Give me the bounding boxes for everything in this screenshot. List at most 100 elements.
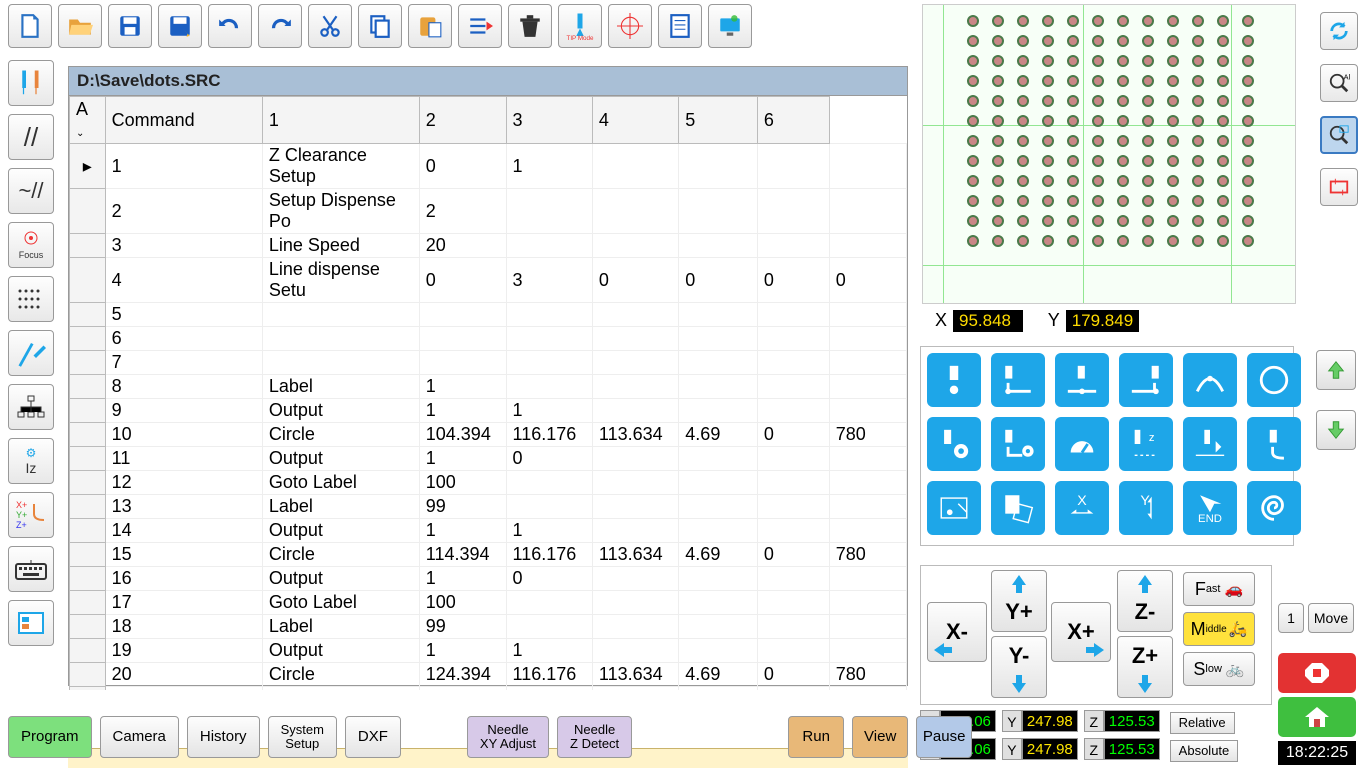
step-size-input[interactable]: 1 bbox=[1278, 603, 1304, 633]
command-table[interactable]: A ⌄Command123456 ▸1Z Clearance Setup012S… bbox=[69, 96, 907, 690]
jog-z-plus-button[interactable]: Z+ bbox=[1117, 636, 1173, 698]
delete-button[interactable] bbox=[508, 4, 552, 48]
table-row[interactable]: 6 bbox=[70, 327, 907, 351]
insert-button[interactable] bbox=[458, 4, 502, 48]
table-row[interactable]: 5 bbox=[70, 303, 907, 327]
table-row[interactable]: 20Circle124.394116.176113.6344.690780 bbox=[70, 663, 907, 687]
point-cmd-button[interactable] bbox=[927, 353, 981, 407]
needle-z-detect-button[interactable]: Needle Z Detect bbox=[557, 716, 632, 758]
refresh-view-button[interactable] bbox=[1320, 12, 1358, 50]
line-tool-button[interactable]: // bbox=[8, 114, 54, 160]
table-row[interactable]: 18Label99 bbox=[70, 615, 907, 639]
z-offset-tool-button[interactable]: ⚙Iz bbox=[8, 438, 54, 484]
focus-tool-button[interactable]: Focus bbox=[8, 222, 54, 268]
z-height-button[interactable]: z bbox=[1119, 417, 1173, 471]
table-row[interactable]: 8Label1 bbox=[70, 375, 907, 399]
table-row[interactable]: 3Line Speed20 bbox=[70, 234, 907, 258]
dxf-button[interactable]: DXF bbox=[345, 716, 401, 758]
run-button[interactable]: Run bbox=[788, 716, 844, 758]
crosshair-button[interactable] bbox=[608, 4, 652, 48]
needle-tool-button[interactable] bbox=[8, 60, 54, 106]
y-offset-button[interactable]: Y bbox=[1119, 481, 1173, 535]
circle-cmd-button[interactable] bbox=[1247, 353, 1301, 407]
stop-button[interactable] bbox=[1278, 653, 1356, 693]
table-row[interactable]: 4Line dispense Setu030000 bbox=[70, 258, 907, 303]
home-button[interactable] bbox=[1278, 697, 1356, 737]
undo-button[interactable] bbox=[208, 4, 252, 48]
pause-button[interactable]: Pause bbox=[916, 716, 972, 758]
history-tab-button[interactable]: History bbox=[187, 716, 260, 758]
table-row[interactable]: 16Output10 bbox=[70, 567, 907, 591]
table-row[interactable]: 15Circle114.394116.176113.6344.690780 bbox=[70, 543, 907, 567]
redo-button[interactable] bbox=[258, 4, 302, 48]
table-row[interactable]: 19Output11 bbox=[70, 639, 907, 663]
table-row[interactable]: 10Circle104.394116.176113.6344.690780 bbox=[70, 423, 907, 447]
cut-button[interactable] bbox=[308, 4, 352, 48]
dispense-setup-button[interactable] bbox=[927, 417, 981, 471]
open-file-button[interactable] bbox=[58, 4, 102, 48]
display-button[interactable] bbox=[708, 4, 752, 48]
hierarchy-tool-button[interactable] bbox=[8, 384, 54, 430]
spiral-button[interactable] bbox=[1247, 481, 1301, 535]
table-row[interactable]: 7 bbox=[70, 351, 907, 375]
arc-cmd-button[interactable] bbox=[1183, 353, 1237, 407]
table-row[interactable]: 21Output10 bbox=[70, 687, 907, 691]
document-button[interactable] bbox=[658, 4, 702, 48]
camera-teach-button[interactable] bbox=[927, 481, 981, 535]
view-button[interactable] bbox=[8, 600, 54, 646]
x-offset-button[interactable]: X bbox=[1055, 481, 1109, 535]
curve-tool-button[interactable]: ~// bbox=[8, 168, 54, 214]
end-program-button[interactable]: END bbox=[1183, 481, 1237, 535]
speed-slow-button[interactable]: Slow🚲 bbox=[1183, 652, 1255, 686]
jog-z-minus-button[interactable]: Z- bbox=[1117, 570, 1173, 632]
jog-y-minus-button[interactable]: Y- bbox=[991, 636, 1047, 698]
paste-button[interactable] bbox=[408, 4, 452, 48]
view-run-button[interactable]: View bbox=[852, 716, 908, 758]
tip-mode-button[interactable]: TIP Mode bbox=[558, 4, 602, 48]
array-tool-button[interactable] bbox=[8, 276, 54, 322]
jog-x-minus-button[interactable]: X- bbox=[927, 602, 987, 662]
preview-pane[interactable] bbox=[922, 4, 1296, 304]
keyboard-button[interactable] bbox=[8, 546, 54, 592]
line-setup-button[interactable] bbox=[991, 417, 1045, 471]
speed-fast-button[interactable]: Fast🚗 bbox=[1183, 572, 1255, 606]
retract-button[interactable] bbox=[1183, 417, 1237, 471]
zoom-window-button[interactable] bbox=[1320, 116, 1358, 154]
program-tab-button[interactable]: Program bbox=[8, 716, 92, 758]
transform-button[interactable] bbox=[991, 481, 1045, 535]
system-setup-button[interactable]: System Setup bbox=[268, 716, 337, 758]
line-end-cmd-button[interactable] bbox=[1119, 353, 1173, 407]
line-start-cmd-button[interactable] bbox=[991, 353, 1045, 407]
palette-down-button[interactable] bbox=[1316, 410, 1356, 450]
table-row[interactable]: 11Output10 bbox=[70, 447, 907, 471]
zoom-all-button[interactable]: All bbox=[1320, 64, 1358, 102]
copy-button[interactable] bbox=[358, 4, 402, 48]
move-button[interactable]: Move bbox=[1308, 603, 1354, 633]
new-file-button[interactable] bbox=[8, 4, 52, 48]
purge-button[interactable] bbox=[1247, 417, 1301, 471]
save-as-button[interactable] bbox=[158, 4, 202, 48]
speed-middle-button[interactable]: Middle🛵 bbox=[1183, 612, 1255, 646]
save-button[interactable] bbox=[108, 4, 152, 48]
table-row[interactable]: 12Goto Label100 bbox=[70, 471, 907, 495]
xyz-probe-button[interactable]: X+Y+Z+ bbox=[8, 492, 54, 538]
needle-xy-adjust-button[interactable]: Needle XY Adjust bbox=[467, 716, 549, 758]
table-row[interactable]: 13Label99 bbox=[70, 495, 907, 519]
table-scroll[interactable]: A ⌄Command123456 ▸1Z Clearance Setup012S… bbox=[69, 96, 907, 690]
table-row[interactable]: 17Goto Label100 bbox=[70, 591, 907, 615]
camera-tab-button[interactable]: Camera bbox=[100, 716, 179, 758]
relative-mode-button[interactable]: Relative bbox=[1170, 712, 1235, 734]
measure-tool-button[interactable] bbox=[8, 330, 54, 376]
table-row[interactable]: 2Setup Dispense Po2 bbox=[70, 189, 907, 234]
jog-y-plus-button[interactable]: Y+ bbox=[991, 570, 1047, 632]
jog-x-plus-button[interactable]: X+ bbox=[1051, 602, 1111, 662]
speed-button[interactable] bbox=[1055, 417, 1109, 471]
table-row[interactable]: 9Output11 bbox=[70, 399, 907, 423]
absolute-mode-button[interactable]: Absolute bbox=[1170, 740, 1239, 762]
table-row[interactable]: 14Output11 bbox=[70, 519, 907, 543]
zoom-region-button[interactable] bbox=[1320, 168, 1358, 206]
line-mid-cmd-button[interactable] bbox=[1055, 353, 1109, 407]
file-path-bar: D:\Save\dots.SRC bbox=[69, 67, 907, 96]
table-row[interactable]: ▸1Z Clearance Setup01 bbox=[70, 144, 907, 189]
palette-up-button[interactable] bbox=[1316, 350, 1356, 390]
